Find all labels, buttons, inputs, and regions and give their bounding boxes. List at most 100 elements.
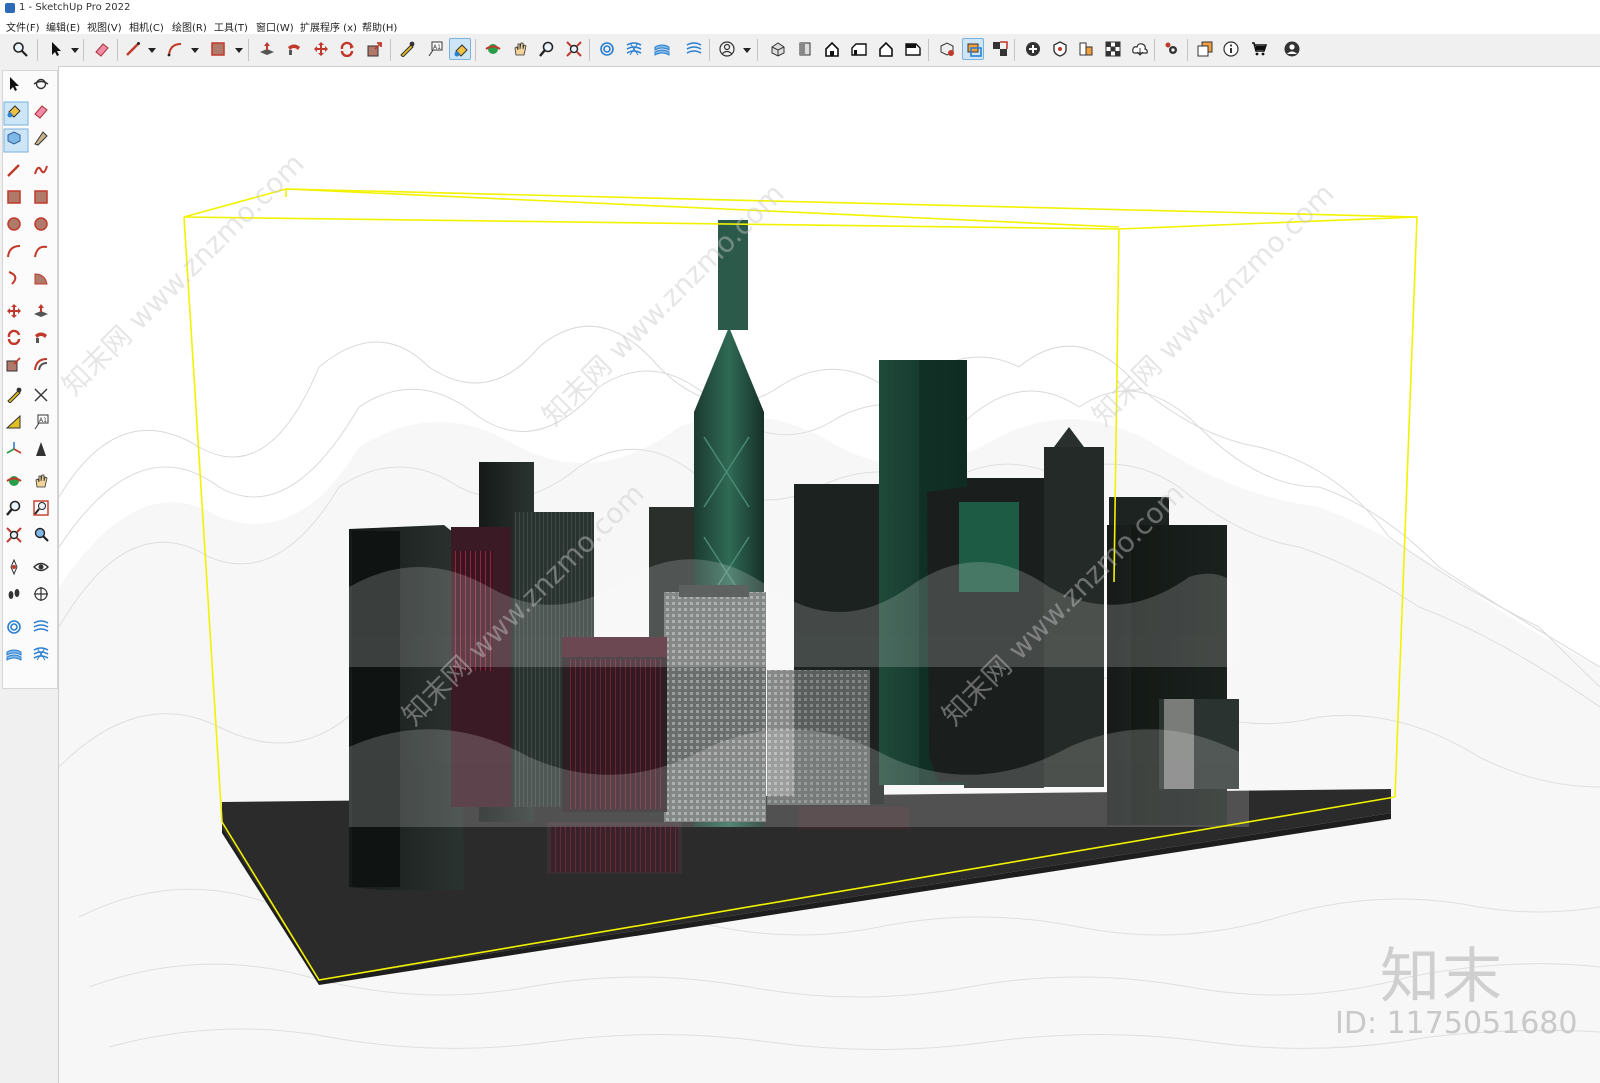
select-icon[interactable]	[3, 73, 25, 95]
materials-icon[interactable]	[1102, 38, 1124, 60]
left-view-icon[interactable]	[902, 38, 924, 60]
menu-tools[interactable]: 工具(T)	[214, 19, 248, 34]
line-icon[interactable]	[122, 38, 144, 60]
3d-text-icon[interactable]	[30, 438, 52, 460]
position-camera-icon[interactable]	[3, 556, 25, 578]
menu-draw[interactable]: 绘图(R)	[172, 19, 207, 34]
info-icon[interactable]	[1220, 38, 1242, 60]
component-icon[interactable]	[3, 127, 25, 149]
rotate-icon[interactable]	[336, 38, 358, 60]
push-pull-icon[interactable]	[30, 300, 52, 322]
text-icon[interactable]: A1	[30, 411, 52, 433]
line-dropdown-icon[interactable]	[148, 48, 156, 53]
freehand-icon[interactable]	[30, 159, 52, 181]
3d-viewport[interactable]: 知末网 www.znzmo.com 知末网 www.znzmo.com 知末网 …	[59, 67, 1600, 1083]
zoom-icon[interactable]	[3, 497, 25, 519]
section-cut-icon[interactable]	[989, 38, 1011, 60]
components-icon[interactable]	[936, 38, 958, 60]
previous-view-icon[interactable]	[30, 524, 52, 546]
account-dropdown-icon[interactable]	[743, 48, 751, 53]
axes-icon[interactable]	[3, 438, 25, 460]
menu-view[interactable]: 视图(V)	[87, 19, 122, 34]
tag-icon[interactable]	[30, 127, 52, 149]
warehouse-icon[interactable]	[1129, 38, 1151, 60]
rotated-rectangle-icon[interactable]	[30, 186, 52, 208]
select-dropdown-icon[interactable]	[71, 48, 79, 53]
back-view-icon[interactable]	[875, 38, 897, 60]
geo-location-icon[interactable]	[1049, 38, 1071, 60]
3pt-arc-icon[interactable]	[3, 267, 25, 289]
menu-extensions[interactable]: 扩展程序 (x)	[300, 19, 357, 34]
walk-icon[interactable]	[3, 583, 25, 605]
push-pull-icon[interactable]	[256, 38, 278, 60]
protractor-icon[interactable]	[3, 411, 25, 433]
paint-bucket-icon[interactable]	[449, 38, 471, 60]
2pt-arc-icon[interactable]	[30, 240, 52, 262]
section-plane-icon[interactable]	[30, 583, 52, 605]
scale-icon[interactable]	[364, 38, 386, 60]
move-icon[interactable]	[310, 38, 332, 60]
follow-me-icon[interactable]	[30, 326, 52, 348]
iso-view-icon[interactable]	[767, 38, 789, 60]
arc-icon[interactable]	[164, 38, 186, 60]
styles-icon[interactable]	[1075, 38, 1097, 60]
scene-canvas[interactable]: 知末网 www.znzmo.com 知末网 www.znzmo.com 知末网 …	[59, 67, 1600, 1083]
add-location-icon[interactable]	[1022, 38, 1044, 60]
look-around-icon[interactable]	[30, 556, 52, 578]
zoom-window-icon[interactable]	[536, 38, 558, 60]
text-icon[interactable]: A1	[424, 38, 446, 60]
orbit-icon[interactable]	[30, 73, 52, 95]
sandbox-smoove-icon[interactable]	[3, 643, 25, 665]
move-icon[interactable]	[3, 300, 25, 322]
shop-icon[interactable]	[1248, 38, 1270, 60]
rectangle-icon[interactable]	[3, 186, 25, 208]
follow-me-icon[interactable]	[283, 38, 305, 60]
line-icon[interactable]	[3, 159, 25, 181]
section-plane-icon[interactable]	[962, 38, 984, 60]
menu-window[interactable]: 窗口(W)	[256, 19, 294, 34]
sandbox-from-contours-icon[interactable]	[596, 38, 618, 60]
user-account-icon[interactable]	[716, 38, 738, 60]
arc-icon[interactable]	[3, 240, 25, 262]
zoom-window-icon[interactable]	[30, 497, 52, 519]
pan-icon[interactable]	[30, 470, 52, 492]
tape-measure-icon[interactable]	[396, 38, 418, 60]
select-icon[interactable]	[45, 38, 67, 60]
sandbox-smoove-icon[interactable]	[651, 38, 673, 60]
circle-icon[interactable]	[3, 213, 25, 235]
front-view-icon[interactable]	[821, 38, 843, 60]
sandbox-flip-icon[interactable]	[30, 643, 52, 665]
pan-icon[interactable]	[509, 38, 531, 60]
arc-dropdown-icon[interactable]	[191, 48, 199, 53]
menu-file[interactable]: 文件(F)	[6, 19, 40, 34]
extension-manager-icon[interactable]	[1161, 38, 1183, 60]
menu-edit[interactable]: 编辑(E)	[46, 19, 80, 34]
sandbox-scratch-icon[interactable]	[30, 616, 52, 638]
right-view-icon[interactable]	[848, 38, 870, 60]
rectangle-icon[interactable]	[207, 38, 229, 60]
eraser-icon[interactable]	[91, 38, 113, 60]
pie-icon[interactable]	[30, 267, 52, 289]
profile-icon[interactable]	[1281, 38, 1303, 60]
zoom-extents-icon[interactable]	[563, 38, 585, 60]
top-view-icon[interactable]	[794, 38, 816, 60]
eraser-icon[interactable]	[30, 100, 52, 122]
sandbox-contours-icon[interactable]	[3, 616, 25, 638]
dimension-icon[interactable]	[30, 384, 52, 406]
tape-measure-icon[interactable]	[3, 384, 25, 406]
sandbox-from-scratch-icon[interactable]	[623, 38, 645, 60]
rectangle-dropdown-icon[interactable]	[235, 48, 243, 53]
zoom-extents-icon[interactable]	[3, 524, 25, 546]
zoom-icon[interactable]	[9, 38, 31, 60]
orbit-icon[interactable]	[482, 38, 504, 60]
polygon-icon[interactable]	[30, 213, 52, 235]
orbit2-icon[interactable]	[3, 470, 25, 492]
sandbox-stamp-icon[interactable]	[683, 38, 705, 60]
rotate-icon[interactable]	[3, 326, 25, 348]
menu-camera[interactable]: 相机(C)	[129, 19, 164, 34]
scale-icon[interactable]	[3, 353, 25, 375]
offset-icon[interactable]	[30, 353, 52, 375]
paint-bucket-icon[interactable]	[3, 100, 25, 122]
menu-help[interactable]: 帮助(H)	[362, 19, 397, 34]
layout-icon[interactable]	[1194, 38, 1216, 60]
